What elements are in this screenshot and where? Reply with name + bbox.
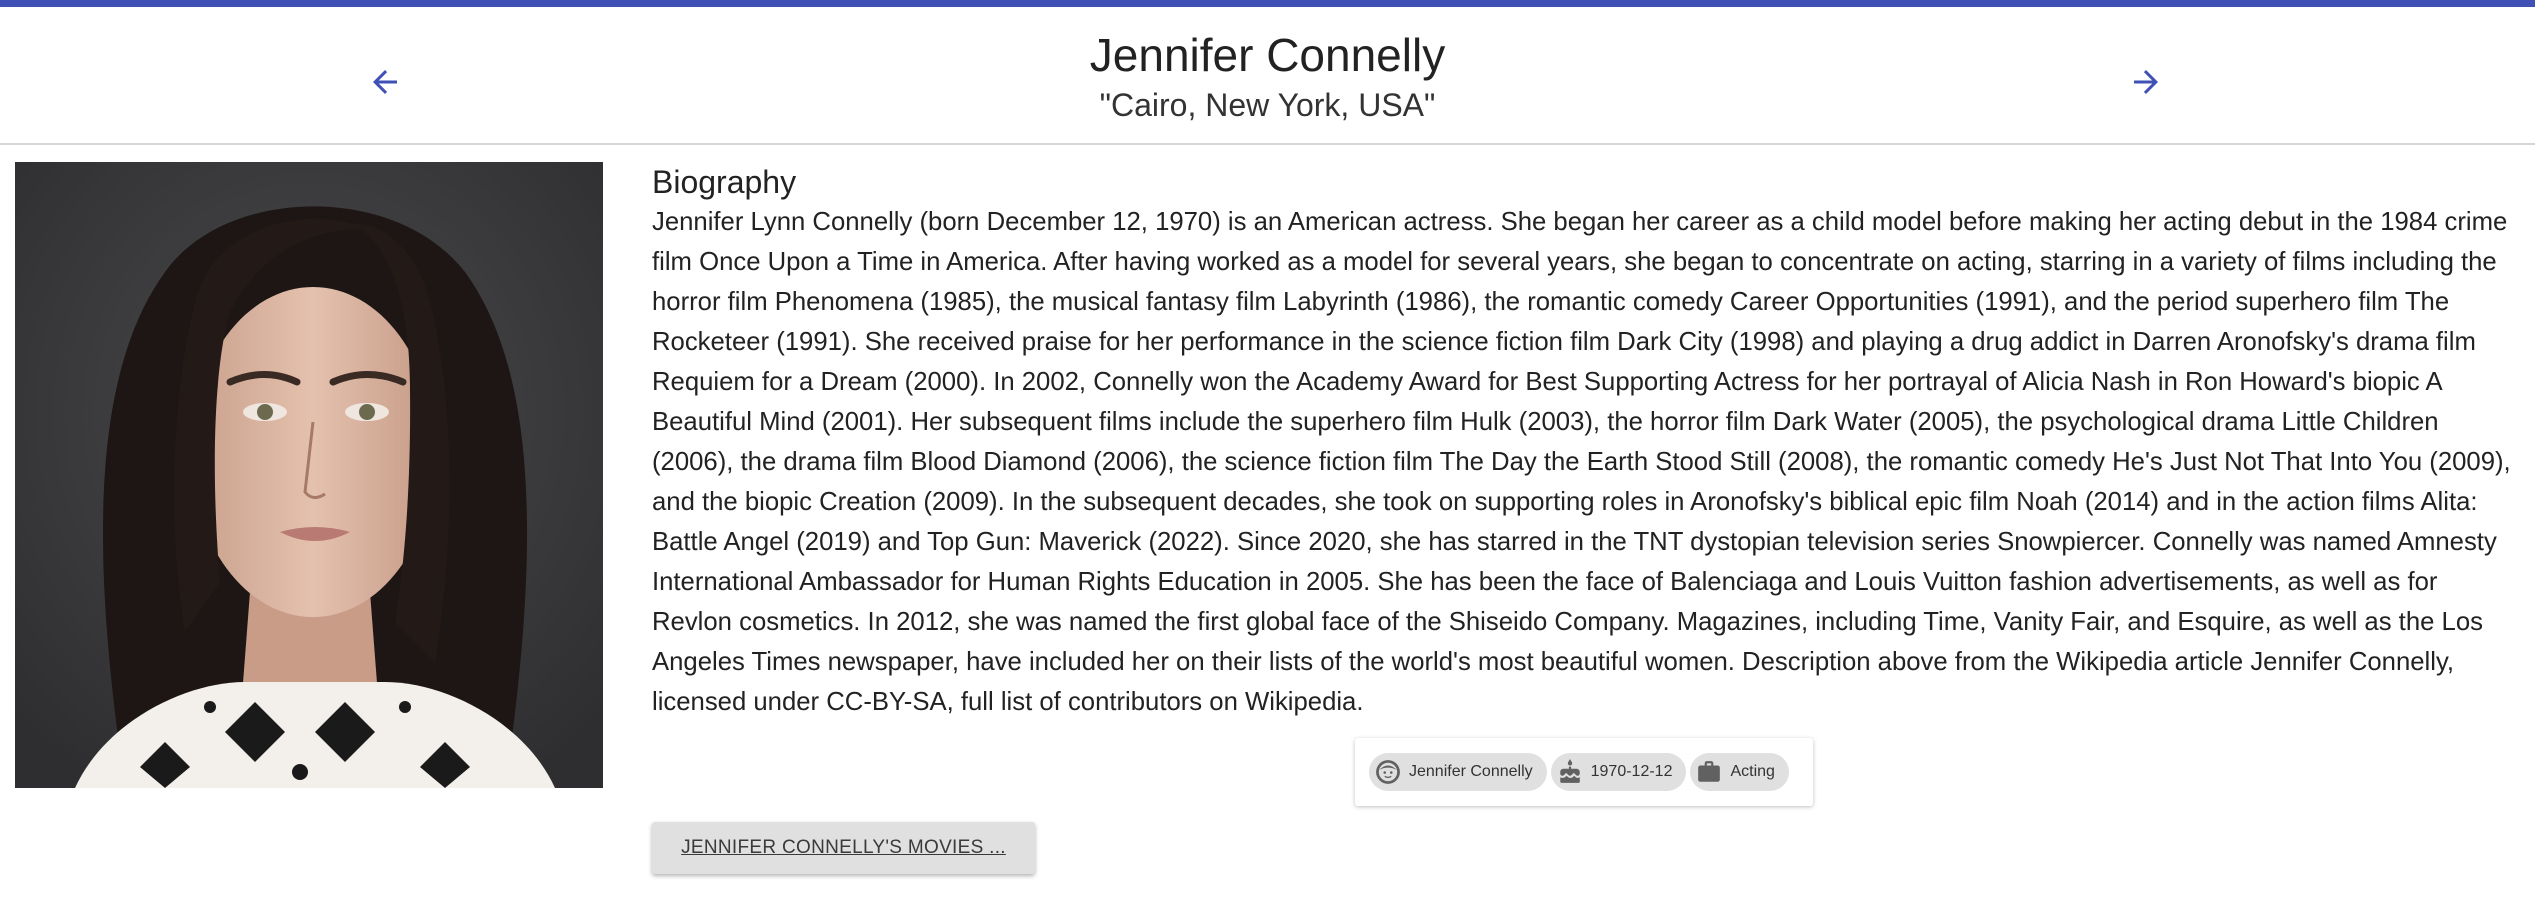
face-icon	[1375, 759, 1401, 785]
chip-department[interactable]: Acting	[1690, 753, 1789, 791]
briefcase-icon	[1696, 759, 1722, 785]
arrow-right-icon	[2134, 70, 2158, 94]
chip-birthday[interactable]: 1970-12-12	[1550, 753, 1687, 791]
next-person-button[interactable]	[2116, 52, 2176, 112]
chip-birthday-label: 1970-12-12	[1590, 763, 1673, 780]
biography-heading: Biography	[652, 164, 797, 200]
movies-button[interactable]: JENNIFER CONNELLY'S MOVIES ...	[652, 822, 1035, 874]
page-header: Jennifer Connelly "Cairo, New York, USA"	[0, 7, 2535, 145]
person-info-chips: Jennifer Connelly 1970-12-12 Acting	[1355, 738, 1813, 806]
chip-name-label: Jennifer Connelly	[1409, 763, 1533, 780]
biography-text: Jennifer Lynn Connelly (born December 12…	[652, 208, 2511, 716]
cake-icon	[1557, 759, 1583, 785]
profile-photo	[15, 162, 603, 788]
chip-name[interactable]: Jennifer Connelly	[1369, 753, 1547, 791]
top-accent-bar	[0, 0, 2535, 7]
chip-department-label: Acting	[1730, 763, 1775, 780]
